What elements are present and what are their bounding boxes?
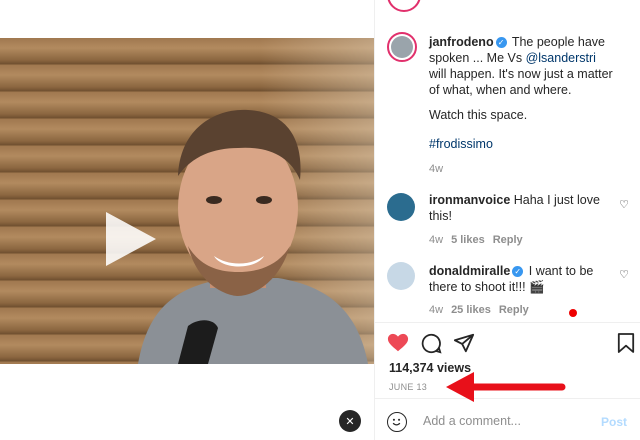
share-icon[interactable] [453, 332, 475, 354]
comment-username[interactable]: donaldmiralle [429, 264, 510, 278]
hashtag-link[interactable]: #frodissimo [429, 136, 615, 152]
comment-likes[interactable]: 25 likes [451, 304, 491, 316]
comment-likes[interactable]: 5 likes [451, 234, 485, 246]
verified-icon: ✓ [495, 37, 507, 49]
comment-like-icon[interactable]: ♡ [619, 198, 629, 211]
play-icon[interactable] [106, 212, 156, 266]
comment-meta: 4w 25 likes Reply [429, 304, 529, 316]
annotation-arrow [446, 372, 566, 402]
action-bar [387, 330, 635, 358]
comment-like-icon[interactable]: ♡ [619, 268, 629, 281]
caption-line: Watch this space. [429, 108, 528, 122]
bookmark-icon[interactable] [617, 332, 635, 354]
reply-button[interactable]: Reply [493, 234, 523, 246]
mute-icon[interactable]: ✕ [339, 410, 361, 432]
avatar[interactable] [387, 32, 417, 62]
comment-text: donaldmiralle ✓ I want to be there to sho… [429, 264, 594, 294]
comment-username[interactable]: ironmanvoice [429, 193, 510, 207]
comment-icon[interactable] [421, 333, 442, 354]
avatar[interactable] [387, 262, 415, 290]
header-avatar[interactable] [387, 0, 421, 12]
caption: janfrodeno ✓ The people have spoken ... M… [429, 35, 613, 97]
caption-age: 4w [429, 163, 444, 175]
smile-icon[interactable] [387, 412, 407, 432]
comment-text: ironmanvoice Haha I just love this! [429, 193, 600, 223]
verified-icon: ✓ [512, 266, 524, 278]
caption-username[interactable]: janfrodeno [429, 35, 494, 49]
video-player[interactable] [0, 38, 374, 364]
comment-input[interactable] [421, 413, 595, 429]
reply-button[interactable]: Reply [499, 304, 529, 316]
comment-meta: 4w 5 likes Reply [429, 234, 523, 246]
heart-icon[interactable] [387, 332, 409, 354]
mention-link[interactable]: @lsanderstri [526, 51, 596, 65]
post-button[interactable]: Post [595, 414, 633, 430]
avatar[interactable] [387, 193, 415, 221]
post-date[interactable]: JUNE 13 [389, 382, 427, 392]
annotation-dot [569, 309, 577, 317]
media-panel: ✕ [0, 0, 374, 440]
